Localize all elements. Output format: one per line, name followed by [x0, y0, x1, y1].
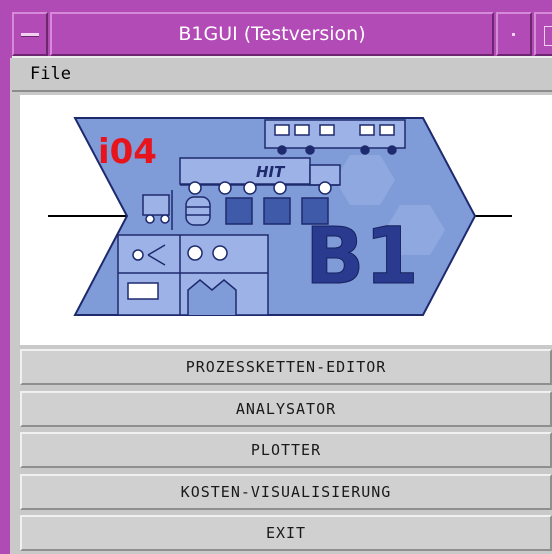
maximize-button[interactable] [534, 12, 552, 56]
menu-bar: File [12, 56, 552, 92]
logo-factory-icon [117, 234, 269, 316]
file-menu[interactable]: File [30, 62, 71, 86]
analysator-button[interactable]: ANALYSATOR [20, 391, 552, 427]
logo-i04-label: i04 [98, 132, 157, 172]
title-bar[interactable]: B1GUI (Testversion) [10, 10, 552, 58]
b1-logo-image: HIT i04 B1 [48, 117, 512, 316]
logo-barrel-icon [185, 196, 211, 226]
window-menu-button[interactable] [12, 12, 48, 56]
minimize-button[interactable] [496, 12, 532, 56]
kosten-visualisierung-button[interactable]: KOSTEN-VISUALISIERUNG [20, 474, 552, 510]
exit-button[interactable]: EXIT [20, 515, 552, 551]
minimize-icon [512, 33, 515, 36]
window-menu-icon [21, 33, 39, 37]
window-title: B1GUI (Testversion) [50, 12, 494, 56]
prozessketten-editor-button[interactable]: PROZESSKETTEN-EDITOR [20, 349, 552, 385]
maximize-icon [544, 26, 552, 46]
logo-panel: HIT i04 B1 [20, 95, 552, 345]
logo-hit-label: HIT [256, 163, 286, 181]
logo-b1-label: B1 [305, 212, 419, 302]
plotter-button[interactable]: PLOTTER [20, 432, 552, 468]
